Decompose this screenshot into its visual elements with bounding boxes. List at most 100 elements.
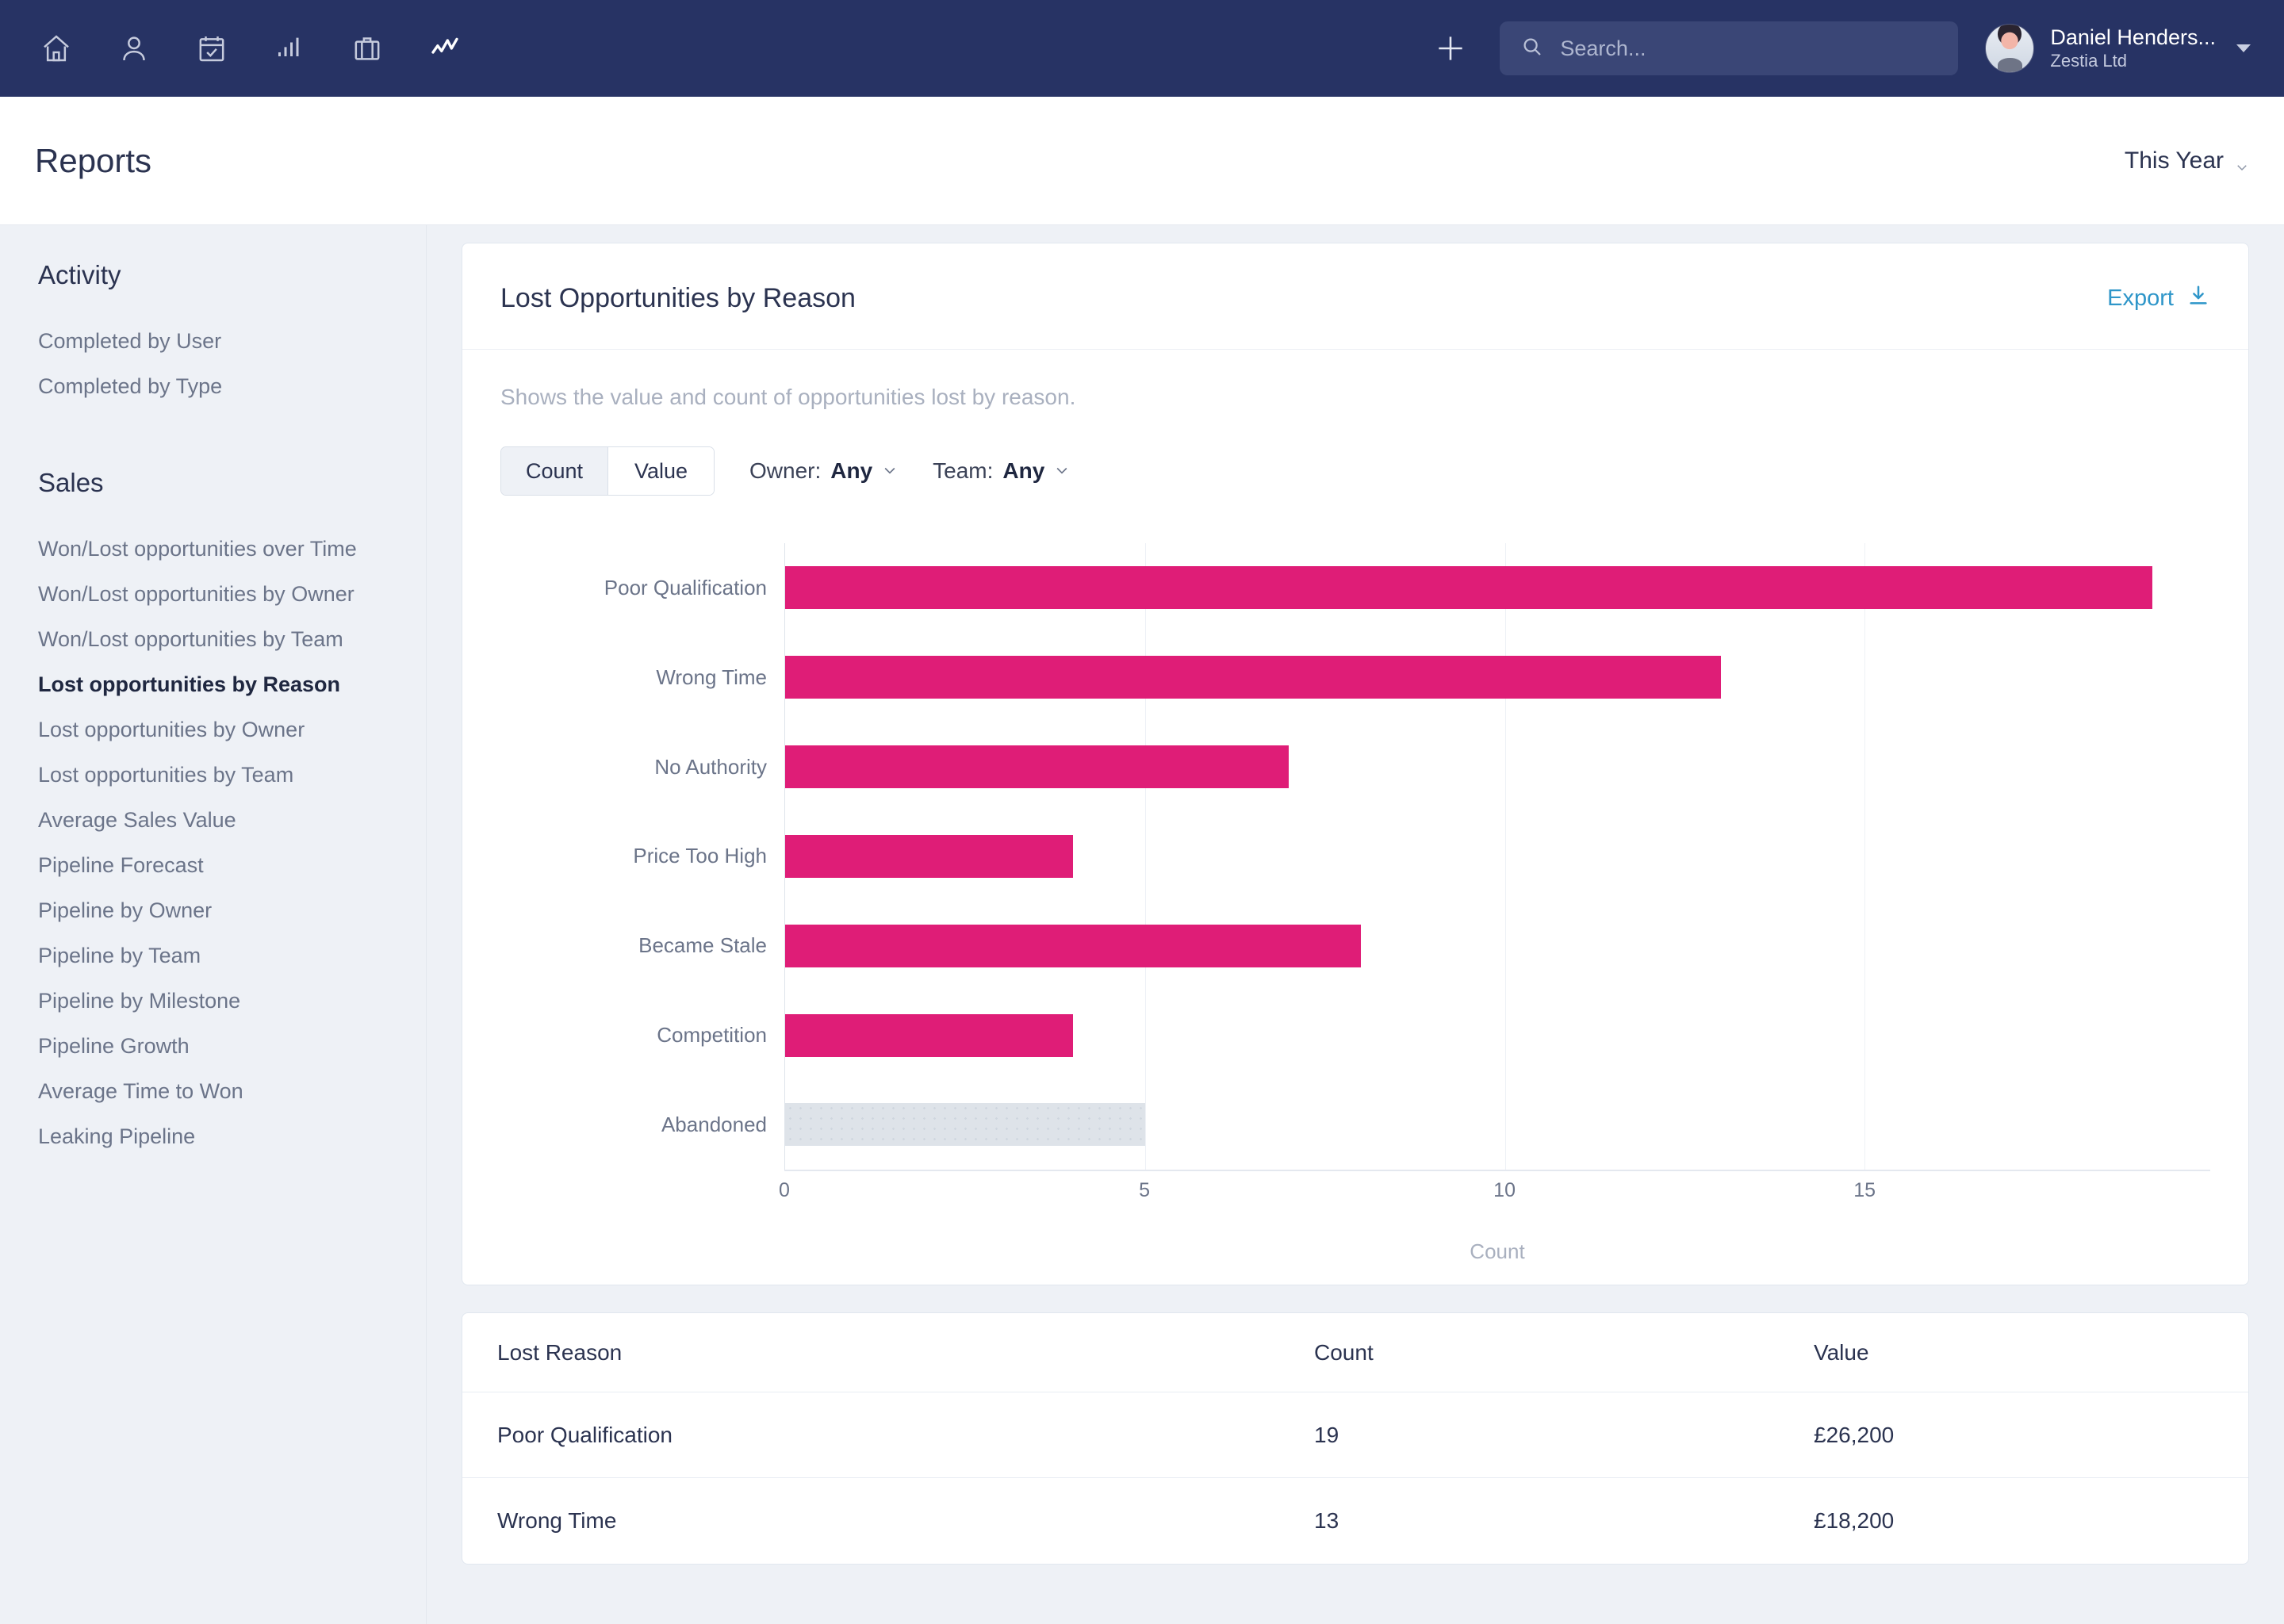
count-value-toggle: Count Value: [500, 446, 715, 496]
sidebar-item-won-lost-by-team[interactable]: Won/Lost opportunities by Team: [38, 617, 426, 662]
owner-filter[interactable]: Owner: Any: [749, 458, 898, 484]
chart-bar[interactable]: [785, 566, 2153, 610]
team-filter[interactable]: Team: Any: [933, 458, 1070, 484]
chevron-down-icon[interactable]: [2236, 44, 2251, 52]
sidebar-item-average-sales-value[interactable]: Average Sales Value: [38, 798, 426, 843]
chevron-down-icon: [1054, 458, 1070, 484]
table-row[interactable]: Poor Qualification 19 £26,200: [462, 1392, 2248, 1478]
chart-bar[interactable]: [785, 1013, 1074, 1057]
chart-x-tick: 15: [1853, 1179, 1876, 1201]
chart-x-tick-labels: 0 5 10 15: [779, 1171, 2210, 1212]
report-table: Lost Reason Count Value Poor Qualificati…: [462, 1312, 2249, 1565]
cell-count: 19: [1314, 1422, 1339, 1447]
chart-category-label: Poor Qualification: [604, 575, 767, 599]
add-button[interactable]: [1428, 26, 1473, 71]
report-controls: Count Value Owner: Any Team: Any: [462, 410, 2248, 496]
table-row[interactable]: Wrong Time 13 £18,200: [462, 1478, 2248, 1564]
sidebar-item-leaking-pipeline[interactable]: Leaking Pipeline: [38, 1114, 426, 1159]
chart-x-tick: 10: [1493, 1179, 1516, 1201]
chart-bar-row: [785, 991, 2210, 1080]
sidebar-item-pipeline-growth[interactable]: Pipeline Growth: [38, 1024, 426, 1069]
user-meta: Daniel Henders... Zestia Ltd: [2050, 25, 2216, 72]
sidebar-item-average-time-to-won[interactable]: Average Time to Won: [38, 1069, 426, 1114]
chart-category-label: Became Stale: [638, 933, 767, 958]
nav-right-cluster: Daniel Henders... Zestia Ltd: [1428, 21, 2251, 75]
team-filter-value: Any: [1002, 458, 1045, 483]
page-header: Reports This Year: [0, 97, 2284, 225]
bar-chart: Poor Qualification Wrong Time No Authority…: [462, 496, 2248, 1285]
chart-plot-area: [784, 543, 2210, 1170]
user-organisation: Zestia Ltd: [2050, 51, 2127, 71]
export-button[interactable]: Export: [2107, 284, 2210, 314]
person-icon[interactable]: [111, 25, 157, 71]
cell-count: 13: [1314, 1508, 1339, 1533]
reports-sidebar: Activity Completed by User Completed by …: [0, 225, 427, 1624]
top-navigation-bar: Daniel Henders... Zestia Ltd: [0, 0, 2284, 97]
chart-bar[interactable]: [785, 834, 1074, 878]
page-title: Reports: [35, 141, 152, 179]
chart-bar[interactable]: [785, 656, 1721, 699]
briefcase-icon[interactable]: [344, 25, 390, 71]
sidebar-item-completed-by-user[interactable]: Completed by User: [38, 319, 426, 364]
search-icon: [1520, 35, 1544, 63]
report-title: Lost Opportunities by Reason: [500, 283, 856, 313]
avatar: [1985, 24, 2035, 73]
owner-filter-value: Any: [830, 458, 873, 483]
calendar-check-icon[interactable]: [189, 25, 235, 71]
chart-category-label: Wrong Time: [656, 665, 767, 689]
sidebar-item-lost-by-owner[interactable]: Lost opportunities by Owner: [38, 707, 426, 753]
period-selector[interactable]: This Year: [2125, 147, 2249, 174]
export-label: Export: [2107, 285, 2174, 311]
chart-category-label: No Authority: [654, 754, 767, 779]
sidebar-item-completed-by-type[interactable]: Completed by Type: [38, 364, 426, 409]
chevron-down-icon: [882, 458, 898, 484]
sidebar-item-pipeline-forecast[interactable]: Pipeline Forecast: [38, 843, 426, 888]
chart-x-tick: 5: [1139, 1179, 1150, 1201]
chart-bar-row: [785, 633, 2210, 722]
chart-category-label: Price Too High: [633, 844, 767, 868]
cell-reason: Poor Qualification: [497, 1422, 673, 1447]
page-body: Activity Completed by User Completed by …: [0, 225, 2284, 1624]
chart-bar-row: [785, 722, 2210, 811]
report-card-header: Lost Opportunities by Reason Export: [462, 243, 2248, 350]
toggle-option-value[interactable]: Value: [607, 447, 714, 495]
sidebar-item-pipeline-by-milestone[interactable]: Pipeline by Milestone: [38, 979, 426, 1024]
chart-bars: [785, 543, 2210, 1170]
chart-bar-row: [785, 902, 2210, 990]
column-header-count: Count: [1314, 1339, 1374, 1365]
trend-line-icon[interactable]: [422, 25, 468, 71]
sidebar-item-lost-by-reason[interactable]: Lost opportunities by Reason: [38, 662, 426, 707]
sidebar-item-pipeline-by-team[interactable]: Pipeline by Team: [38, 933, 426, 979]
user-menu[interactable]: Daniel Henders... Zestia Ltd: [1985, 24, 2251, 73]
global-search[interactable]: [1500, 21, 1959, 75]
sidebar-item-won-lost-by-owner[interactable]: Won/Lost opportunities by Owner: [38, 572, 426, 617]
chart-bar-row: [785, 543, 2210, 632]
sidebar-item-lost-by-team[interactable]: Lost opportunities by Team: [38, 753, 426, 798]
bar-chart-icon[interactable]: [266, 25, 312, 71]
primary-nav-icons: [33, 25, 468, 71]
chart-bar-row: [785, 1080, 2210, 1169]
chart-category-label: Abandoned: [661, 1112, 767, 1136]
chart-bar-row: [785, 812, 2210, 901]
column-header-lost-reason: Lost Reason: [497, 1339, 623, 1365]
sidebar-item-pipeline-by-owner[interactable]: Pipeline by Owner: [38, 888, 426, 933]
chart-category-axis: Poor Qualification Wrong Time No Authority…: [500, 543, 784, 1170]
chart-bar[interactable]: [785, 745, 1290, 789]
report-description: Shows the value and count of opportuniti…: [500, 385, 1076, 409]
owner-filter-label: Owner:: [749, 458, 822, 483]
user-name: Daniel Henders...: [2050, 25, 2216, 50]
column-header-value: Value: [1814, 1339, 1869, 1365]
table-header-row: Lost Reason Count Value: [462, 1313, 2248, 1392]
report-card: Lost Opportunities by Reason Export Show…: [462, 243, 2249, 1285]
main-content: Lost Opportunities by Reason Export Show…: [427, 225, 2284, 1624]
sidebar-group-heading-activity: Activity: [38, 260, 121, 289]
chevron-down-icon: [2235, 154, 2249, 170]
toggle-option-count[interactable]: Count: [501, 447, 607, 495]
period-selector-label: This Year: [2124, 147, 2224, 174]
chart-bar[interactable]: [785, 924, 1362, 967]
sidebar-group-heading-sales: Sales: [38, 468, 104, 497]
search-input[interactable]: [1560, 36, 1938, 61]
home-icon[interactable]: [33, 25, 79, 71]
sidebar-item-won-lost-over-time[interactable]: Won/Lost opportunities over Time: [38, 527, 426, 572]
chart-bar[interactable]: [785, 1103, 1145, 1147]
